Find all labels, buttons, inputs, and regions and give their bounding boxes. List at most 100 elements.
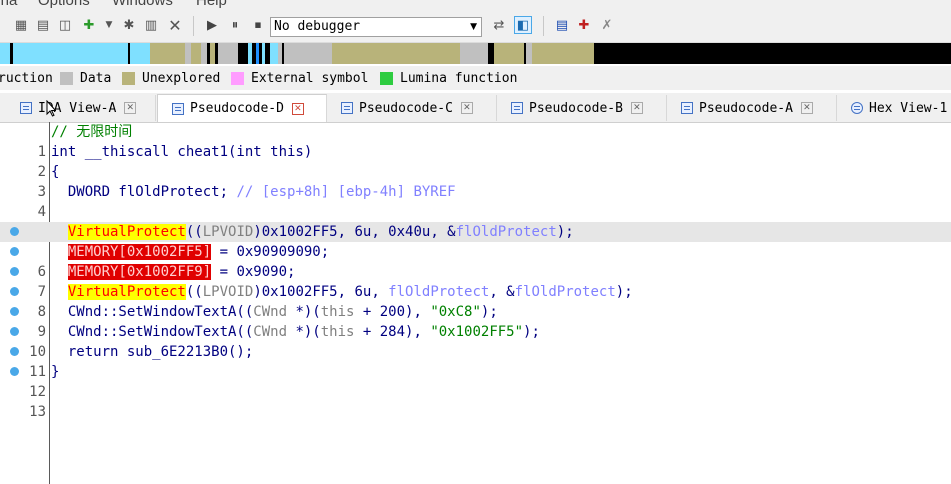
stop-icon[interactable]: ⏹ <box>249 16 267 34</box>
breakpoint-dot-icon[interactable] <box>10 227 19 236</box>
nav-seg-data <box>278 43 282 64</box>
close-icon[interactable]: ✕ <box>800 102 813 114</box>
memory-ref[interactable]: MEMORY[0x1002FF5] <box>67 244 212 260</box>
play-icon[interactable]: ▶ <box>203 16 221 34</box>
type-name: LPVOID <box>202 224 254 240</box>
code-line-3[interactable]: 3 { <box>0 162 951 200</box>
code-text: )0x1002FF5, 6u, <box>253 284 389 300</box>
line-number: 13 <box>29 404 46 420</box>
code-line-2[interactable]: 2 int __thiscall cheat1(int this) <box>0 142 951 180</box>
tab-pseudocode-d[interactable]: Pseudocode-D ✕ <box>157 94 327 122</box>
dropdown-arrow-icon[interactable]: ▼ <box>100 16 118 34</box>
memory-ref[interactable]: MEMORY[0x1002FF9] <box>67 264 212 280</box>
code-line-7[interactable]: 7 MEMORY[0x1002FF5] = 0x90909090; <box>0 242 951 300</box>
line-number: 12 <box>29 384 46 400</box>
pseudocode-icon <box>681 102 693 114</box>
add-segment-icon[interactable]: ◫ <box>56 16 74 34</box>
code-text: (( <box>185 284 203 300</box>
menu-item-lina[interactable]: lina <box>0 0 17 9</box>
menu-item-windows[interactable]: Windows <box>112 0 173 9</box>
breakpoint-dot-icon[interactable] <box>10 347 19 356</box>
add-function-icon[interactable]: ✚ <box>80 16 98 34</box>
nav-seg-code <box>262 43 265 64</box>
type-name: CWnd <box>253 324 288 340</box>
code-line-11[interactable]: 11 CWnd::SetWindowTextA((CWnd *)(this + … <box>0 322 951 380</box>
debugger-select[interactable]: No debugger ▼ <box>270 17 482 37</box>
legend-label: Lumina function <box>400 70 518 86</box>
close-icon[interactable]: ✕ <box>124 102 137 114</box>
variable[interactable]: this <box>321 304 355 320</box>
code-line-9[interactable]: 9 VirtualProtect((LPVOID)0x1002FF5, 6u, … <box>0 282 951 340</box>
pseudocode-icon <box>511 102 523 114</box>
code-line-1[interactable]: 1 // 无限时间 <box>0 122 951 160</box>
legend-label: External symbol <box>251 70 369 86</box>
patch-icon[interactable]: ▥ <box>142 16 160 34</box>
plugin-icon[interactable]: ✱ <box>120 16 138 34</box>
variable[interactable]: flOldProtect <box>456 224 557 240</box>
breakpoint-dot-icon[interactable] <box>10 327 19 336</box>
remove-breakpoint-icon[interactable]: ✗ <box>598 16 616 34</box>
graph-icon[interactable]: ◧ <box>514 16 532 34</box>
nav-seg-unexplored <box>150 43 185 64</box>
breakpoint-dot-icon[interactable] <box>10 287 19 296</box>
nav-legend: ruction Data Unexplored External symbol … <box>0 66 951 90</box>
list-icon[interactable]: ▤ <box>553 16 571 34</box>
enum-icon[interactable]: ▤ <box>34 16 52 34</box>
legend-data: Data <box>60 70 111 86</box>
nav-seg-unexplored <box>532 43 594 64</box>
struct-icon[interactable]: ▦ <box>12 16 30 34</box>
code-declaration: DWORD flOldProtect; <box>51 184 237 200</box>
code-text: )0x1002FF5, 6u, 0x40u, & <box>253 224 456 240</box>
nav-seg-data <box>201 43 207 64</box>
legend-swatch <box>60 71 73 85</box>
variable[interactable]: flOldProtect <box>388 284 489 300</box>
close-icon[interactable]: ✕ <box>460 102 473 114</box>
tab-pseudocode-b[interactable]: Pseudocode-B ✕ <box>497 95 667 121</box>
tab-label: Pseudocode-C <box>359 100 453 116</box>
type-name: LPVOID <box>202 284 254 300</box>
toolbar-separator <box>193 16 194 36</box>
tab-label: Pseudocode-A <box>699 100 793 116</box>
breakpoint-dot-icon[interactable] <box>10 307 19 316</box>
nav-seg-data <box>218 43 238 64</box>
close-icon[interactable]: ✕ <box>166 16 184 35</box>
close-icon[interactable]: ✕ <box>630 102 643 114</box>
code-line-4[interactable]: 4 DWORD flOldProtect; // [esp+8h] [ebp-4… <box>0 182 951 220</box>
breakpoint-dot-icon[interactable] <box>10 267 19 276</box>
menu-item-help[interactable]: Help <box>196 0 227 9</box>
attach-icon[interactable]: ⇄ <box>490 16 508 34</box>
legend-swatch <box>122 71 135 85</box>
code-line-12[interactable]: 12 return sub_6E2213B0(); <box>0 342 951 400</box>
menu-item-options[interactable]: Options <box>38 0 90 9</box>
legend-lumina-function: Lumina function <box>380 70 517 86</box>
variable[interactable]: flOldProtect <box>515 284 616 300</box>
hex-view-icon <box>851 102 863 114</box>
nav-seg-mark <box>488 43 491 64</box>
api-call[interactable]: VirtualProtect <box>67 284 186 300</box>
pause-icon[interactable]: ⏸ <box>226 16 244 34</box>
code-line-10[interactable]: 10 CWnd::SetWindowTextA((CWnd *)(this + … <box>0 302 951 360</box>
breakpoint-icon[interactable]: ✚ <box>575 16 593 34</box>
breakpoint-dot-icon[interactable] <box>10 247 19 256</box>
code-line-5[interactable]: 5 <box>0 202 951 240</box>
legend-swatch <box>380 71 393 85</box>
tab-pseudocode-a[interactable]: Pseudocode-A ✕ <box>667 95 837 121</box>
legend-unexplored: Unexplored <box>122 70 220 86</box>
breakpoint-dot-icon[interactable] <box>10 367 19 376</box>
code-line-8[interactable]: 8 MEMORY[0x1002FF9] = 0x9090; <box>0 262 951 320</box>
close-icon[interactable]: ✕ <box>291 102 304 115</box>
toolbar: ▦ ▤ ◫ ✚ ▼ ✱ ▥ ✕ ▶ ⏸ ⏹ No debugger ▼ ⇄ ◧ … <box>0 10 951 43</box>
code-line-13[interactable]: 13 } <box>0 362 951 420</box>
code-line-6[interactable]: 6 VirtualProtect((LPVOID)0x1002FF5, 6u, … <box>0 222 951 280</box>
navigation-band[interactable] <box>0 43 951 64</box>
tab-ida-view-a[interactable]: IDA View-A ✕ <box>14 95 156 121</box>
tab-hex-view-1[interactable]: Hex View-1 <box>837 95 951 121</box>
variable[interactable]: this <box>321 324 355 340</box>
code-text: ); <box>615 284 633 300</box>
chevron-down-icon: ▼ <box>470 22 477 32</box>
tab-pseudocode-c[interactable]: Pseudocode-C ✕ <box>327 95 497 121</box>
api-call[interactable]: VirtualProtect <box>67 224 186 240</box>
code-text: = 0x9090; <box>211 264 296 280</box>
code-text: + 200), <box>354 304 431 320</box>
nav-seg-mark <box>10 43 13 64</box>
